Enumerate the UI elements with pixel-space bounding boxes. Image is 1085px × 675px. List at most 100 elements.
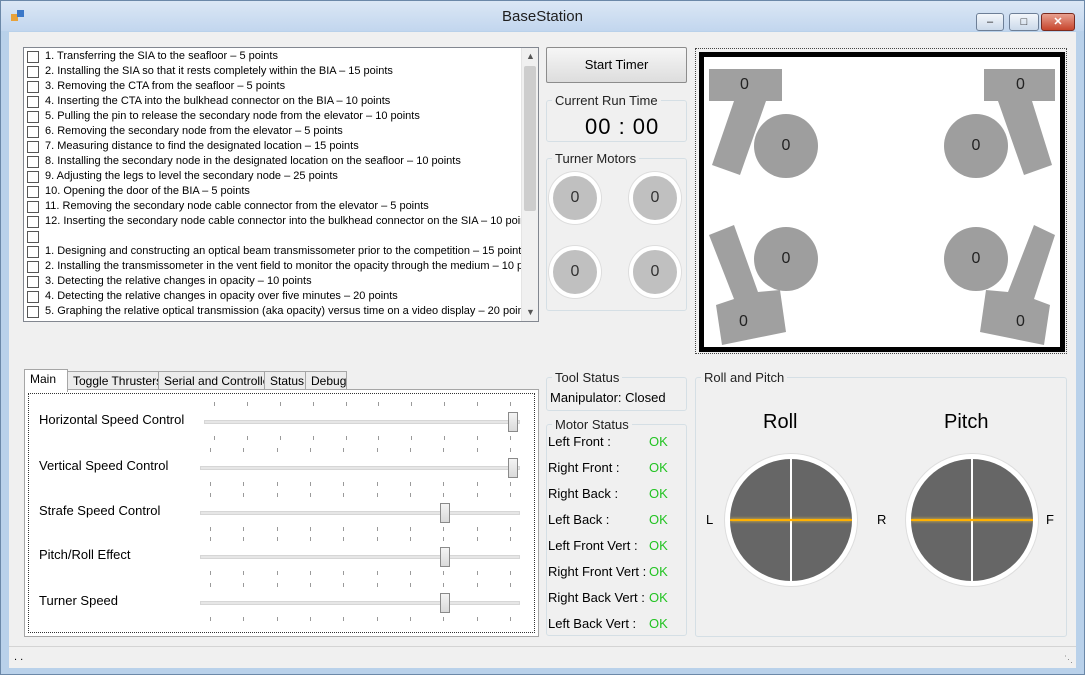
checklist-item[interactable]: 2. Installing the SIA so that it rests c… — [24, 64, 522, 79]
slider-tick — [343, 617, 344, 621]
motor-status-label: Left Back : — [548, 512, 610, 527]
checklist-item[interactable]: 5. Pulling the pin to release the second… — [24, 109, 522, 124]
scroll-down-icon[interactable]: ▼ — [522, 307, 538, 317]
tab-debug[interactable]: Debug — [305, 371, 347, 391]
roll-pitch-group: Roll and Pitch Roll Pitch L R F — [695, 370, 1067, 637]
motor-status-value: OK — [649, 590, 668, 605]
turner-motor-4: 0 — [629, 246, 681, 298]
checklist-item[interactable]: 9. Adjusting the legs to level the secon… — [24, 169, 522, 184]
minimize-icon: – — [986, 16, 994, 28]
checklist-item[interactable]: 12. Inserting the secondary node cable c… — [24, 214, 535, 229]
scroll-up-icon[interactable]: ▲ — [522, 51, 538, 61]
checklist-item[interactable] — [24, 229, 522, 244]
checkbox[interactable] — [27, 261, 39, 273]
tab-main[interactable]: Main — [24, 369, 68, 392]
slider-tick — [410, 527, 411, 531]
slider-thumb[interactable] — [440, 503, 450, 523]
slider-track[interactable] — [204, 420, 520, 424]
slider-tick — [210, 617, 211, 621]
checklist-item[interactable]: 5. Graphing the relative optical transmi… — [24, 304, 532, 319]
slider-tick — [443, 493, 444, 497]
checklist-item-label: 5. Pulling the pin to release the second… — [45, 110, 420, 122]
checklist-item-label: 8. Installing the secondary node in the … — [45, 155, 461, 167]
scroll-thumb[interactable] — [524, 66, 536, 211]
slider-tick — [243, 571, 244, 575]
checkbox[interactable] — [27, 186, 39, 198]
maximize-icon: □ — [1020, 16, 1028, 28]
checkbox[interactable] — [27, 126, 39, 138]
slider-tick — [277, 527, 278, 531]
checkbox[interactable] — [27, 246, 39, 258]
checkbox[interactable] — [27, 216, 39, 228]
slider-thumb[interactable] — [508, 412, 518, 432]
slider-tick — [343, 527, 344, 531]
checkbox[interactable] — [27, 171, 39, 183]
close-button[interactable]: ✕ — [1041, 13, 1075, 31]
checklist-item[interactable]: 11. Removing the secondary node cable co… — [24, 199, 522, 214]
slider-tick — [377, 583, 378, 587]
maximize-button[interactable]: □ — [1009, 13, 1039, 31]
resize-grip-icon[interactable]: ⋱ — [1064, 654, 1073, 665]
slider-tick — [410, 571, 411, 575]
checklist-item[interactable]: 2. Installing the transmissometer in the… — [24, 259, 538, 274]
checkbox[interactable] — [27, 291, 39, 303]
minimize-button[interactable]: – — [976, 13, 1004, 31]
slider-thumb[interactable] — [440, 593, 450, 613]
slider-tick — [343, 482, 344, 486]
checkbox[interactable] — [27, 276, 39, 288]
checklist-item[interactable]: 10. Opening the door of the BIA – 5 poin… — [24, 184, 522, 199]
checklist-item[interactable]: 4. Detecting the relative changes in opa… — [24, 289, 522, 304]
checklist-item[interactable]: 8. Installing the secondary node in the … — [24, 154, 522, 169]
slider-tick — [313, 402, 314, 406]
title-bar[interactable]: BaseStation – □ ✕ — [1, 1, 1084, 31]
checkbox[interactable] — [27, 231, 39, 243]
roll-pitch-title: Roll and Pitch — [701, 370, 788, 385]
slider-track[interactable] — [200, 555, 520, 559]
tool-status-title: Tool Status — [552, 370, 623, 385]
slider-tick — [346, 436, 347, 440]
checkbox[interactable] — [27, 111, 39, 123]
thruster-value-4: 0 — [1016, 313, 1025, 330]
slider-track[interactable] — [200, 466, 520, 470]
thruster-vert-1: 0 — [754, 114, 818, 178]
checklist-item-label: 1. Designing and constructing an optical… — [45, 245, 527, 257]
checkbox[interactable] — [27, 141, 39, 153]
tab-toggle-thrusters[interactable]: Toggle Thrusters — [67, 371, 162, 391]
task-checklist[interactable]: 1. Transferring the SIA to the seafloor … — [23, 47, 539, 322]
slider-tick — [377, 493, 378, 497]
checkbox[interactable] — [27, 156, 39, 168]
slider-tick — [443, 482, 444, 486]
slider-tick — [510, 482, 511, 486]
slider-tick — [243, 617, 244, 621]
motor-status-label: Left Front Vert : — [548, 538, 638, 553]
checklist-item[interactable]: 7. Measuring distance to find the design… — [24, 139, 522, 154]
checklist-item-label: 12. Inserting the secondary node cable c… — [45, 215, 535, 227]
checkbox[interactable] — [27, 66, 39, 78]
start-timer-button[interactable]: Start Timer — [546, 47, 687, 83]
slider-tick — [377, 448, 378, 452]
slider-tick — [343, 448, 344, 452]
checklist-item[interactable]: 3. Detecting the relative changes in opa… — [24, 274, 522, 289]
slider-track[interactable] — [200, 511, 520, 515]
slider-thumb[interactable] — [440, 547, 450, 567]
checklist-item[interactable]: 6. Removing the secondary node from the … — [24, 124, 522, 139]
checkbox[interactable] — [27, 96, 39, 108]
checklist-item[interactable]: 3. Removing the CTA from the seafloor – … — [24, 79, 522, 94]
checkbox[interactable] — [27, 81, 39, 93]
checklist-scrollbar[interactable]: ▲ ▼ — [521, 48, 538, 321]
slider-tick — [243, 527, 244, 531]
checkbox[interactable] — [27, 306, 39, 318]
thruster-value-3: 0 — [739, 313, 748, 330]
tab-status[interactable]: Status — [264, 371, 306, 391]
slider-thumb[interactable] — [508, 458, 518, 478]
checklist-item[interactable]: 1. Transferring the SIA to the seafloor … — [24, 49, 522, 64]
tab-serial-and-controller[interactable]: Serial and Controller — [158, 371, 273, 391]
checklist-item-label: 11. Removing the secondary node cable co… — [45, 200, 429, 212]
slider-track[interactable] — [200, 601, 520, 605]
checklist-item[interactable]: 4. Inserting the CTA into the bulkhead c… — [24, 94, 522, 109]
checklist-item[interactable]: 1. Designing and constructing an optical… — [24, 244, 527, 259]
checkbox[interactable] — [27, 51, 39, 63]
slider-tick — [277, 617, 278, 621]
checklist-item-label: 4. Detecting the relative changes in opa… — [45, 290, 398, 302]
checkbox[interactable] — [27, 201, 39, 213]
